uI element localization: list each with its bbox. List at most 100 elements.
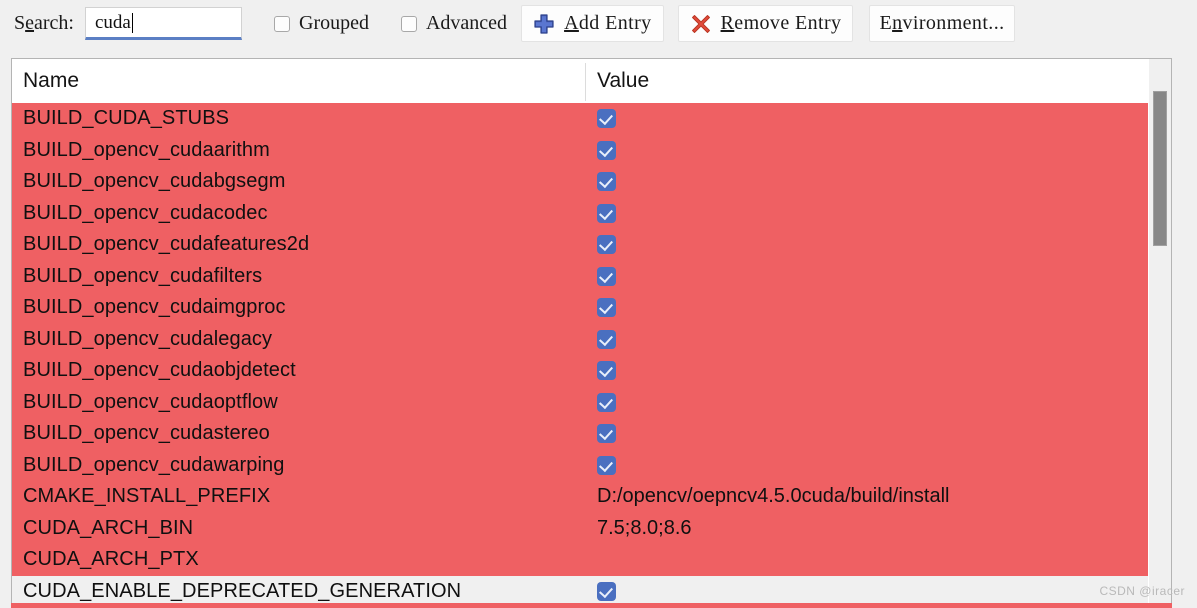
checked-checkbox-icon[interactable]: [597, 235, 616, 255]
cell-name: BUILD_opencv_cudabgsegm: [23, 170, 286, 193]
checked-checkbox-icon[interactable]: [597, 329, 616, 349]
environment-accelerator: n: [892, 12, 903, 34]
search-label-suffix: arch:: [34, 12, 74, 34]
cell-value[interactable]: 7.5;8.0;8.6: [597, 517, 692, 540]
remove-entry-button[interactable]: Remove Entry: [677, 5, 854, 42]
checked-checkbox-icon[interactable]: [597, 298, 616, 318]
cell-name: BUILD_opencv_cudaobjdetect: [23, 359, 296, 382]
grouped-label: Grouped: [299, 12, 369, 34]
checked-checkbox-icon[interactable]: [597, 109, 616, 129]
cell-name: BUILD_opencv_cudawarping: [23, 453, 285, 476]
cell-value-text: 7.5;8.0;8.6: [597, 516, 692, 539]
table-row[interactable]: BUILD_opencv_cudaarithm: [12, 134, 1171, 166]
cell-value[interactable]: [597, 329, 616, 349]
search-label: Search:: [14, 12, 74, 35]
cell-name: CUDA_ARCH_PTX: [23, 548, 199, 571]
cell-value[interactable]: [597, 392, 616, 412]
table-row[interactable]: BUILD_opencv_cudaoptflow: [12, 386, 1171, 418]
checked-checkbox-icon[interactable]: [597, 455, 616, 475]
cache-entries-table: Name Value BUILD_CUDA_STUBS BUILD_opencv_…: [11, 58, 1172, 605]
table-row[interactable]: BUILD_opencv_cudaimgproc: [12, 292, 1171, 324]
cell-value[interactable]: [597, 235, 616, 255]
add-entry-label: Add Entry: [564, 12, 651, 35]
table-row[interactable]: CUDA_ENABLE_DEPRECATED_GENERATION: [12, 575, 1171, 605]
add-entry-accelerator: A: [564, 12, 579, 34]
cell-name: CMAKE_INSTALL_PREFIX: [23, 485, 271, 508]
cell-value[interactable]: [597, 581, 616, 601]
remove-entry-label: Remove Entry: [721, 12, 842, 35]
table-row[interactable]: BUILD_opencv_cudastereo: [12, 418, 1171, 450]
environment-rest: vironment...: [902, 12, 1005, 34]
table-row[interactable]: BUILD_opencv_cudalegacy: [12, 323, 1171, 355]
search-label-prefix: S: [14, 12, 26, 34]
table-row[interactable]: BUILD_CUDA_STUBS: [12, 103, 1171, 135]
remove-entry-accelerator: R: [720, 12, 735, 34]
cell-value[interactable]: [597, 172, 616, 192]
red-x-icon: [690, 13, 712, 35]
column-divider[interactable]: [585, 63, 586, 101]
checked-checkbox-icon[interactable]: [597, 392, 616, 412]
search-label-accelerator: e: [25, 12, 35, 34]
cell-name: CUDA_ARCH_BIN: [23, 516, 194, 539]
table-row[interactable]: CUDA_ARCH_PTX: [12, 544, 1171, 576]
cell-value[interactable]: [597, 455, 616, 475]
table-row[interactable]: BUILD_opencv_cudacodec: [12, 197, 1171, 229]
plus-icon: [533, 13, 555, 35]
table-header: Name Value: [12, 59, 1171, 103]
cell-value-text: D:/opencv/oepncv4.5.0cuda/build/install: [597, 485, 950, 508]
search-input-value: cuda: [95, 11, 131, 33]
scrollbar-thumb[interactable]: [1153, 91, 1167, 246]
add-entry-button[interactable]: Add Entry: [521, 5, 664, 42]
environment-button[interactable]: Environment...: [869, 5, 1015, 42]
watermark: CSDN @iracer: [1099, 584, 1185, 598]
cell-value[interactable]: [597, 424, 616, 444]
text-cursor: [131, 12, 133, 33]
checked-checkbox-icon[interactable]: [597, 361, 616, 381]
table-row[interactable]: CMAKE_INSTALL_PREFIX D:/opencv/oepncv4.5.…: [12, 481, 1171, 513]
cell-name: BUILD_opencv_cudaoptflow: [23, 390, 278, 413]
cell-value[interactable]: [597, 361, 616, 381]
toolbar: Search: cuda Grouped Advanced Add Entry …: [0, 0, 1197, 47]
table-row[interactable]: BUILD_opencv_cudabgsegm: [12, 166, 1171, 198]
checked-checkbox-icon[interactable]: [597, 581, 616, 601]
table-row[interactable]: CUDA_ARCH_BIN 7.5;8.0;8.6: [12, 512, 1171, 544]
cell-name: BUILD_opencv_cudastereo: [23, 422, 270, 445]
cell-value[interactable]: [597, 109, 616, 129]
environment-prefix: E: [879, 12, 893, 34]
checked-checkbox-icon[interactable]: [597, 203, 616, 223]
table-body: BUILD_CUDA_STUBS BUILD_opencv_cudaarithm B…: [12, 103, 1171, 605]
advanced-checkbox[interactable]: Advanced: [400, 12, 508, 35]
cell-value[interactable]: [597, 298, 616, 318]
vertical-scrollbar[interactable]: [1148, 59, 1171, 605]
search-input[interactable]: cuda: [85, 7, 242, 40]
add-entry-rest: dd Entry: [578, 12, 652, 34]
cell-value[interactable]: [597, 140, 616, 160]
checked-checkbox-icon[interactable]: [597, 424, 616, 444]
checked-checkbox-icon[interactable]: [597, 172, 616, 192]
cell-value[interactable]: [597, 203, 616, 223]
cell-name: BUILD_opencv_cudacodec: [23, 201, 268, 224]
bottom-highlight-strip: [11, 603, 1172, 608]
cell-name: CUDA_ENABLE_DEPRECATED_GENERATION: [23, 579, 462, 602]
column-header-value[interactable]: Value: [597, 69, 649, 93]
table-row[interactable]: BUILD_opencv_cudawarping: [12, 449, 1171, 481]
grouped-checkbox[interactable]: Grouped: [274, 12, 369, 35]
cell-name: BUILD_CUDA_STUBS: [23, 107, 230, 130]
checkbox-icon: [274, 15, 290, 32]
checked-checkbox-icon[interactable]: [597, 266, 616, 286]
remove-entry-rest: emove Entry: [734, 12, 842, 34]
checkbox-icon: [400, 15, 417, 32]
cell-value[interactable]: D:/opencv/oepncv4.5.0cuda/build/install: [597, 485, 949, 508]
cell-value[interactable]: [597, 266, 616, 286]
cell-name: BUILD_opencv_cudafilters: [23, 264, 263, 287]
table-row[interactable]: BUILD_opencv_cudafeatures2d: [12, 229, 1171, 261]
checked-checkbox-icon[interactable]: [597, 140, 616, 160]
environment-label: Environment...: [879, 12, 1004, 35]
column-header-name[interactable]: Name: [23, 69, 79, 93]
table-row[interactable]: BUILD_opencv_cudaobjdetect: [12, 355, 1171, 387]
table-row[interactable]: BUILD_opencv_cudafilters: [12, 260, 1171, 292]
cell-name: BUILD_opencv_cudalegacy: [23, 327, 273, 350]
cell-name: BUILD_opencv_cudafeatures2d: [23, 233, 310, 256]
cell-name: BUILD_opencv_cudaimgproc: [23, 296, 286, 319]
advanced-label: Advanced: [425, 12, 508, 34]
